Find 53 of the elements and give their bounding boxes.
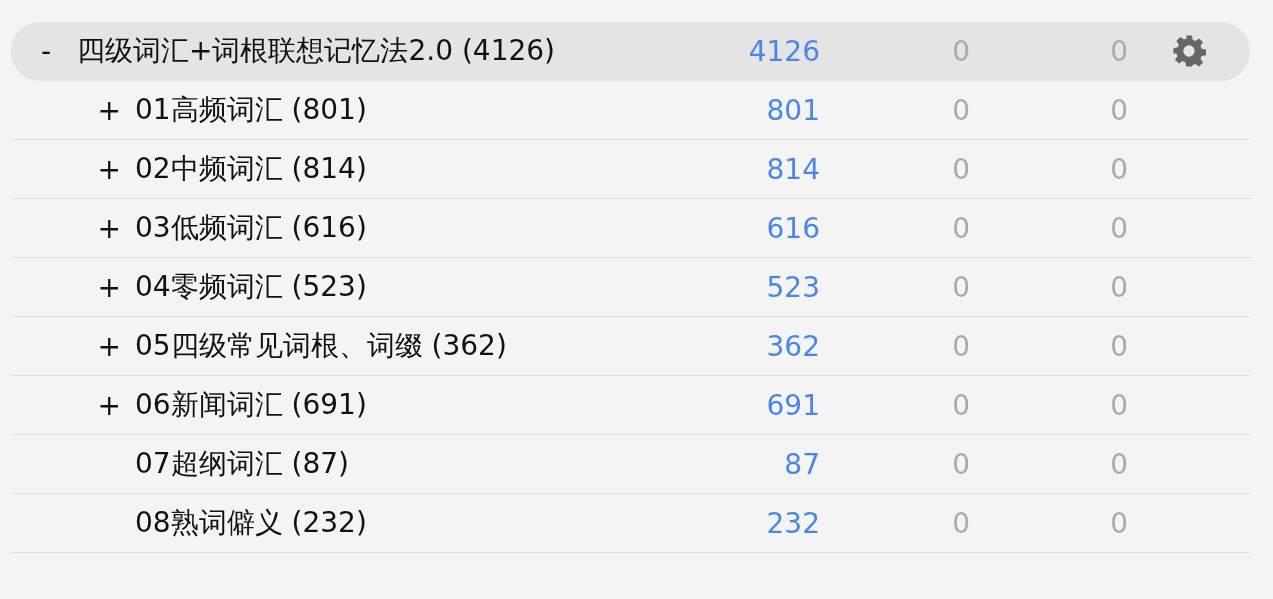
new-count: 523 xyxy=(766,270,820,304)
new-count: 4126 xyxy=(748,34,820,68)
expand-toggle[interactable]: + xyxy=(11,211,135,245)
learn-count: 0 xyxy=(952,329,970,363)
deck-name[interactable]: 07超纲词汇 (87) xyxy=(135,445,717,483)
deck-row[interactable]: 07超纲词汇 (87) 87 0 0 xyxy=(11,435,1250,494)
due-count: 0 xyxy=(1110,388,1128,422)
deck-name[interactable]: 03低频词汇 (616) xyxy=(135,209,717,247)
learn-count: 0 xyxy=(952,211,970,245)
new-count: 362 xyxy=(766,329,820,363)
learn-count: 0 xyxy=(952,388,970,422)
deck-name[interactable]: 四级词汇+词根联想记忆法2.0 (4126) xyxy=(77,32,717,70)
new-count: 232 xyxy=(766,506,820,540)
expand-toggle[interactable]: + xyxy=(11,270,135,304)
new-count: 616 xyxy=(766,211,820,245)
learn-count: 0 xyxy=(952,447,970,481)
deck-row[interactable]: + 03低频词汇 (616) 616 0 0 xyxy=(11,199,1250,258)
new-count: 87 xyxy=(784,447,820,481)
collapse-toggle[interactable]: - xyxy=(11,34,77,68)
deck-name[interactable]: 02中频词汇 (814) xyxy=(135,150,717,188)
deck-row[interactable]: 08熟词僻义 (232) 232 0 0 xyxy=(11,494,1250,553)
deck-row[interactable]: + 04零频词汇 (523) 523 0 0 xyxy=(11,258,1250,317)
deck-name[interactable]: 05四级常见词根、词缀 (362) xyxy=(135,327,717,365)
learn-count: 0 xyxy=(952,152,970,186)
due-count: 0 xyxy=(1110,270,1128,304)
due-count: 0 xyxy=(1110,152,1128,186)
expand-toggle[interactable]: + xyxy=(11,152,135,186)
settings-icon[interactable] xyxy=(1172,34,1206,68)
deck-name[interactable]: 01高频词汇 (801) xyxy=(135,91,717,129)
due-count: 0 xyxy=(1110,447,1128,481)
learn-count: 0 xyxy=(952,34,970,68)
deck-row[interactable]: + 06新闻词汇 (691) 691 0 0 xyxy=(11,376,1250,435)
deck-name[interactable]: 08熟词僻义 (232) xyxy=(135,504,717,542)
deck-row[interactable]: - 四级词汇+词根联想记忆法2.0 (4126) 4126 0 0 xyxy=(11,22,1250,81)
deck-name[interactable]: 04零频词汇 (523) xyxy=(135,268,717,306)
due-count: 0 xyxy=(1110,34,1128,68)
expand-toggle[interactable]: + xyxy=(11,388,135,422)
new-count: 814 xyxy=(766,152,820,186)
learn-count: 0 xyxy=(952,93,970,127)
learn-count: 0 xyxy=(952,270,970,304)
expand-toggle[interactable]: + xyxy=(11,93,135,127)
deck-row[interactable]: + 05四级常见词根、词缀 (362) 362 0 0 xyxy=(11,317,1250,376)
learn-count: 0 xyxy=(952,506,970,540)
deck-name[interactable]: 06新闻词汇 (691) xyxy=(135,386,717,424)
due-count: 0 xyxy=(1110,506,1128,540)
expand-toggle[interactable]: + xyxy=(11,329,135,363)
due-count: 0 xyxy=(1110,329,1128,363)
due-count: 0 xyxy=(1110,93,1128,127)
new-count: 801 xyxy=(766,93,820,127)
deck-row[interactable]: + 01高频词汇 (801) 801 0 0 xyxy=(11,81,1250,140)
due-count: 0 xyxy=(1110,211,1128,245)
deck-row[interactable]: + 02中频词汇 (814) 814 0 0 xyxy=(11,140,1250,199)
new-count: 691 xyxy=(766,388,820,422)
